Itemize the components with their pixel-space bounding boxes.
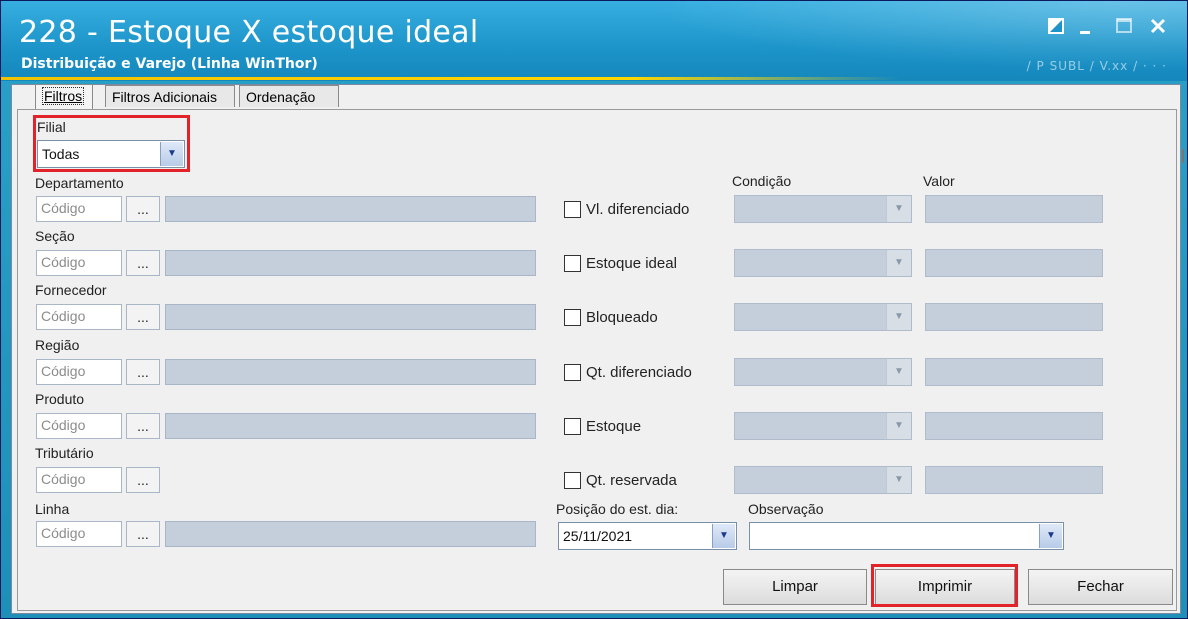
- qt-reservada-value-input: [925, 466, 1103, 494]
- chevron-down-icon: ▼: [886, 359, 911, 385]
- minimize-icon[interactable]: [1075, 17, 1097, 39]
- qt-reservada-checkbox[interactable]: [564, 472, 581, 489]
- posicao-date-picker[interactable]: 25/11/2021 ▼: [558, 522, 737, 550]
- limpar-button[interactable]: Limpar: [723, 569, 867, 605]
- tab-ordenacao-label: Ordenação: [246, 89, 316, 105]
- tab-filtros-label: Filtros: [42, 87, 85, 105]
- linha-label: Linha: [35, 501, 70, 517]
- linha-description: [165, 521, 536, 547]
- departamento-code-input[interactable]: Código: [36, 196, 122, 222]
- fornecedor-description: [165, 304, 536, 330]
- estoque-checkbox[interactable]: [564, 418, 581, 435]
- chevron-down-icon[interactable]: ▼: [712, 524, 735, 548]
- fornecedor-lookup-button[interactable]: ...: [126, 304, 160, 330]
- qt-reservada-label: Qt. reservada: [586, 472, 677, 489]
- fornecedor-code-input[interactable]: Código: [36, 304, 122, 330]
- restore-icon[interactable]: [1045, 17, 1067, 39]
- bloqueado-condition-select: ▼: [734, 303, 912, 331]
- secao-lookup-button[interactable]: ...: [126, 250, 160, 276]
- posicao-date-value: 25/11/2021: [563, 528, 633, 544]
- estoque-label: Estoque: [586, 418, 642, 435]
- produto-description: [165, 413, 536, 439]
- qt-diferenciado-value-input: [925, 358, 1103, 386]
- estoque-ideal-checkbox[interactable]: [564, 255, 581, 272]
- fornecedor-label: Fornecedor: [35, 282, 107, 298]
- regiao-code-input[interactable]: Código: [36, 359, 122, 385]
- chevron-down-icon: ▼: [886, 467, 911, 493]
- produto-label: Produto: [35, 391, 85, 407]
- qt-diferenciado-condition-select: ▼: [734, 358, 912, 386]
- chevron-down-icon[interactable]: ▼: [1039, 524, 1062, 548]
- estoque-ideal-label: Estoque ideal: [586, 255, 677, 272]
- valor-header: Valor: [923, 173, 955, 189]
- title-accent-line: [1, 77, 901, 80]
- bloqueado-checkbox[interactable]: [564, 309, 581, 326]
- chevron-down-icon: ▼: [886, 413, 911, 439]
- tributario-code-input[interactable]: Código: [36, 467, 122, 493]
- vl-diferenciado-condition-select: ▼: [734, 195, 912, 223]
- secao-description: [165, 250, 536, 276]
- condicao-header: Condição: [732, 173, 792, 189]
- observacao-label: Observação: [748, 501, 824, 517]
- close-icon[interactable]: [1147, 17, 1169, 39]
- tab-filtros-adicionais-label: Filtros Adicionais: [112, 89, 218, 105]
- regiao-lookup-button[interactable]: ...: [126, 359, 160, 385]
- linha-code-input[interactable]: Código: [36, 521, 122, 547]
- estoque-ideal-condition-select: ▼: [734, 249, 912, 277]
- qt-diferenciado-checkbox[interactable]: [564, 364, 581, 381]
- departamento-label: Departamento: [35, 175, 124, 191]
- estoque-value-input: [925, 412, 1103, 440]
- scroll-marker: [1182, 149, 1184, 163]
- chevron-down-icon: ▼: [886, 304, 911, 330]
- secao-label: Seção: [35, 228, 75, 244]
- departamento-description: [165, 196, 536, 222]
- tab-filtros-adicionais[interactable]: Filtros Adicionais: [105, 85, 235, 107]
- vl-diferenciado-value-input: [925, 195, 1103, 223]
- tab-filtros[interactable]: Filtros: [35, 84, 93, 109]
- fechar-button[interactable]: Fechar: [1028, 569, 1173, 605]
- tributario-label: Tributário: [35, 445, 94, 461]
- produto-code-input[interactable]: Código: [36, 413, 122, 439]
- departamento-lookup-button[interactable]: ...: [126, 196, 160, 222]
- bloqueado-value-input: [925, 303, 1103, 331]
- estoque-ideal-value-input: [925, 249, 1103, 277]
- qt-reservada-condition-select: ▼: [734, 466, 912, 494]
- chevron-down-icon: ▼: [886, 196, 911, 222]
- qt-diferenciado-label: Qt. diferenciado: [586, 364, 692, 381]
- estoque-condition-select: ▼: [734, 412, 912, 440]
- linha-lookup-button[interactable]: ...: [126, 521, 160, 547]
- filial-highlight: [33, 115, 190, 172]
- tab-ordenacao[interactable]: Ordenação: [239, 85, 339, 107]
- observacao-select[interactable]: ▼: [749, 522, 1064, 550]
- chevron-down-icon: ▼: [886, 250, 911, 276]
- posicao-label: Posição do est. dia:: [556, 501, 679, 517]
- tributario-lookup-button[interactable]: ...: [126, 467, 160, 493]
- secao-code-input[interactable]: Código: [36, 250, 122, 276]
- regiao-description: [165, 359, 536, 385]
- regiao-label: Região: [35, 337, 80, 353]
- bloqueado-label: Bloqueado: [586, 309, 658, 326]
- maximize-icon[interactable]: [1113, 17, 1135, 39]
- vl-diferenciado-label: Vl. diferenciado: [586, 201, 690, 218]
- vl-diferenciado-checkbox[interactable]: [564, 201, 581, 218]
- window-title: 228 - Estoque X estoque ideal: [19, 15, 479, 50]
- imprimir-highlight: [871, 564, 1018, 607]
- version-label: / P SUBL / V.xx / · · ·: [1026, 59, 1167, 73]
- window-subtitle: Distribuição e Varejo (Linha WinThor): [21, 56, 318, 72]
- produto-lookup-button[interactable]: ...: [126, 413, 160, 439]
- title-bar: 228 - Estoque X estoque ideal Distribuiç…: [1, 1, 1187, 81]
- app-window: 228 - Estoque X estoque ideal Distribuiç…: [0, 0, 1188, 619]
